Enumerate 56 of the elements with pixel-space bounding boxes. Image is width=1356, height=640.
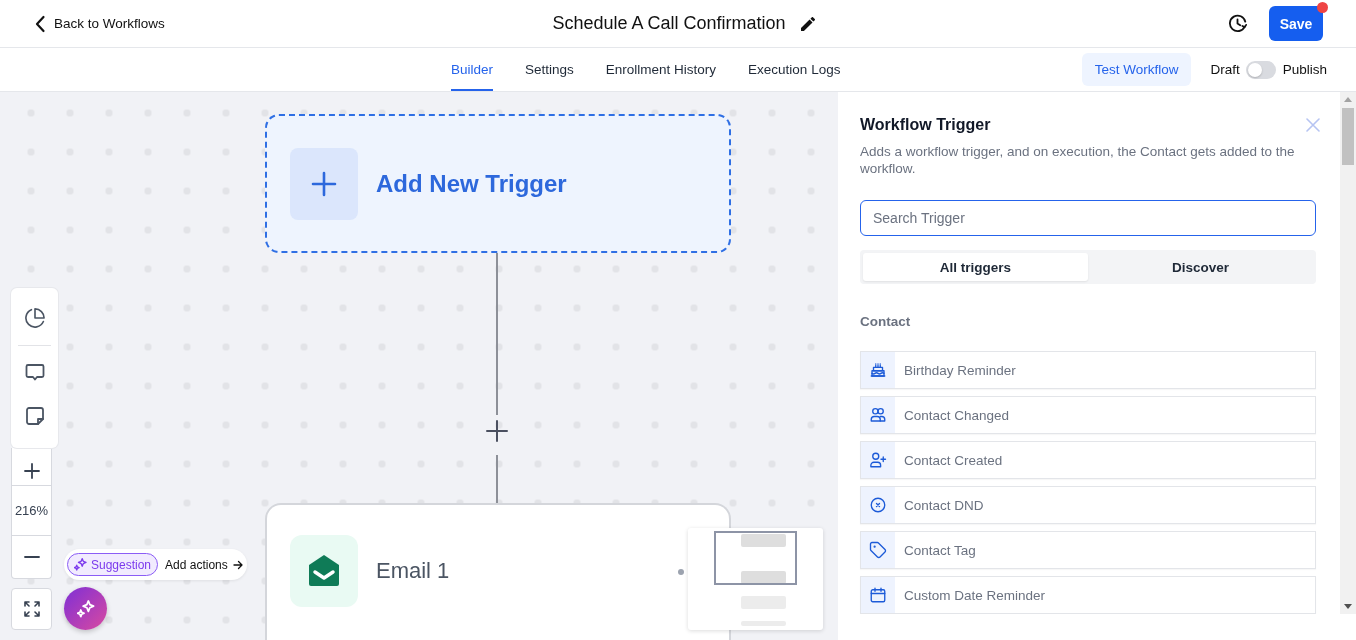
- add-trigger-node[interactable]: Add New Trigger: [265, 114, 731, 253]
- expand-icon: [23, 601, 40, 617]
- sparkle-icon: [76, 599, 95, 618]
- filter-tab[interactable]: Discover: [1088, 253, 1313, 281]
- test-workflow-button[interactable]: Test Workflow: [1081, 53, 1192, 86]
- handle-dot-icon[interactable]: [678, 569, 684, 575]
- scroll-down-icon[interactable]: [1344, 604, 1352, 609]
- publish-toggle[interactable]: [1245, 60, 1276, 79]
- chevron-left-icon[interactable]: [34, 14, 46, 33]
- trigger-item[interactable]: Contact Changed: [860, 396, 1316, 434]
- minimap-viewport[interactable]: [714, 531, 797, 585]
- comment-icon[interactable]: [24, 363, 45, 383]
- trigger-item[interactable]: Contact DND: [860, 486, 1316, 524]
- suggestion-chip[interactable]: Suggestion: [67, 553, 159, 576]
- search-field[interactable]: Search Trigger: [860, 200, 1316, 236]
- add-actions-link[interactable]: Add actions: [165, 557, 244, 572]
- draft-label: Draft: [1210, 62, 1240, 77]
- pie-chart-icon[interactable]: [24, 308, 45, 328]
- panel-title: Workflow Trigger: [860, 116, 991, 134]
- trigger-item[interactable]: Birthday Reminder: [860, 351, 1316, 389]
- scrollbar[interactable]: [1340, 92, 1356, 614]
- section-heading: Contact: [860, 314, 912, 330]
- back-link[interactable]: Back to Workflows: [34, 14, 165, 33]
- envelope-icon: [290, 535, 358, 607]
- workflow-title: Schedule A Call Confirmation: [552, 13, 786, 34]
- tab[interactable]: Enrollment History: [605, 48, 717, 91]
- cake-icon: [861, 352, 895, 388]
- history-icon[interactable]: [1228, 14, 1247, 33]
- ai-assistant-button[interactable]: [64, 587, 107, 630]
- tab[interactable]: Execution Logs: [748, 48, 841, 91]
- minimap[interactable]: [688, 528, 823, 630]
- calendar-icon: [861, 577, 895, 613]
- two-people-icon: [861, 397, 895, 433]
- zoom-level: 216%: [14, 503, 49, 519]
- tag-icon: [861, 532, 895, 568]
- minimap-node: [741, 534, 786, 547]
- tab[interactable]: Settings: [525, 48, 574, 91]
- pencil-icon[interactable]: [800, 16, 815, 31]
- fit-view-button[interactable]: [11, 588, 52, 630]
- panel-description: Adds a workflow trigger, and on execution, the Contact gets added to the workflow.: [860, 143, 1296, 177]
- email-node[interactable]: Email 1: [265, 503, 731, 640]
- scrollbar-thumb[interactable]: [1342, 108, 1354, 165]
- sticky-note-icon[interactable]: [24, 406, 45, 426]
- filter-tab[interactable]: All triggers: [863, 253, 1088, 281]
- publish-label: Publish: [1282, 62, 1327, 77]
- trigger-item[interactable]: Custom Date Reminder: [860, 576, 1316, 614]
- person-plus-icon: [861, 442, 895, 478]
- sparkle-icon: [74, 558, 87, 571]
- connector-line: [496, 455, 498, 503]
- trigger-item[interactable]: Contact Created: [860, 441, 1316, 479]
- zoom-in-icon[interactable]: [23, 462, 40, 479]
- trigger-item[interactable]: Contact Tag: [860, 531, 1316, 569]
- add-step-plus-icon[interactable]: [486, 420, 508, 442]
- arrow-right-icon: [231, 558, 244, 571]
- plus-icon: [290, 147, 358, 220]
- save-button[interactable]: Save: [1269, 6, 1323, 41]
